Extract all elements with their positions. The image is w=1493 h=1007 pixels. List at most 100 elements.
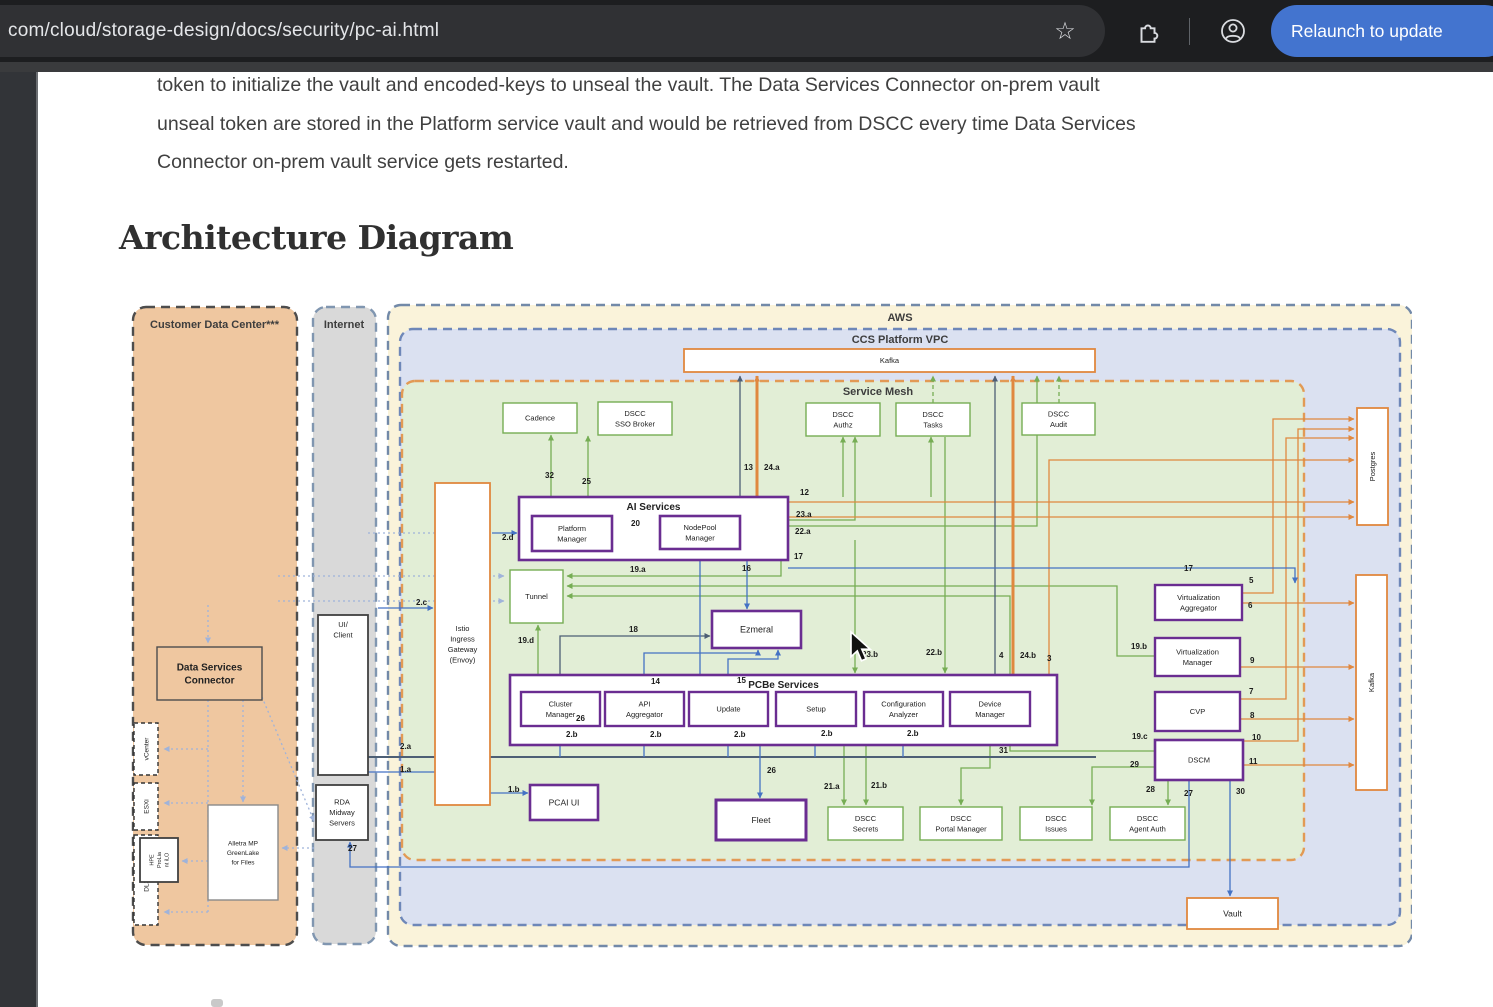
node-label-cluster-manager: ClusterManager <box>546 699 576 719</box>
edge-label: 6 <box>1248 601 1253 610</box>
node-data-services-connector <box>157 647 262 700</box>
edge-label: 29 <box>1130 760 1139 769</box>
edge-label: 14 <box>651 677 660 686</box>
edge-label: 11 <box>1249 757 1258 766</box>
edge-label: 12 <box>800 488 809 497</box>
node-label-vault: Vault <box>1223 908 1242 918</box>
node-label-cadence: Cadence <box>525 414 555 423</box>
edge-label: 24.b <box>1020 651 1036 660</box>
container-label-internet: Internet <box>324 319 365 331</box>
paragraph-line-3: Connector on-prem vault service gets res… <box>157 143 1442 182</box>
node-label-pcai-ui: PCAI UI <box>549 797 580 807</box>
architecture-diagram: Customer Data Center*** Internet AWS CCS Pl… <box>118 295 1412 955</box>
node-label-dscc-tasks: DSCCTasks <box>922 410 944 430</box>
browser-window: com/cloud/storage-design/docs/security/p… <box>0 0 1493 1007</box>
mouse-cursor <box>848 630 878 664</box>
edge-label: 19.a <box>630 565 646 574</box>
edge-label: 3 <box>1047 654 1052 663</box>
edge-label: 2.b <box>650 730 662 739</box>
edge-label: 2.b <box>821 729 833 738</box>
edge-label: 23.a <box>796 510 812 519</box>
edge-label: 31 <box>999 746 1008 755</box>
edge-label: 16 <box>742 564 751 573</box>
node-label-esxi: ESXi <box>143 799 150 813</box>
edge-label: 2.a <box>400 742 412 751</box>
node-label-platform-manager: PlatformManager <box>557 524 587 544</box>
edge-label: 22.b <box>926 648 942 657</box>
edge-label: 24.a <box>764 463 780 472</box>
edge-label: 20 <box>631 519 640 528</box>
star-icon[interactable]: ☆ <box>1040 0 1090 62</box>
container-label-customer-dc: Customer Data Center*** <box>150 319 280 331</box>
node-label-kafka-right: Kafka <box>1367 672 1376 692</box>
edge-label: 13 <box>744 463 753 472</box>
edge-label: 25 <box>582 477 591 486</box>
extensions-icon[interactable] <box>1124 0 1172 62</box>
edge-label: 1.b <box>508 785 520 794</box>
edge-label: 19.d <box>518 636 534 645</box>
edge-label: 26 <box>767 766 776 775</box>
node-label-dscm: DSCM <box>1188 756 1210 765</box>
node-label-virtualization-aggregator: VirtualizationAggregator <box>1177 593 1220 613</box>
edge-label: 10 <box>1252 733 1261 742</box>
browser-toolbar: com/cloud/storage-design/docs/security/p… <box>0 0 1493 62</box>
edge-label: 27 <box>348 844 357 853</box>
node-label-dscc-issues: DSCCIssues <box>1045 814 1067 834</box>
node-label-ezmeral: Ezmeral <box>740 625 773 635</box>
edge-label: 15 <box>737 676 746 685</box>
edge-label: 21.a <box>824 782 840 791</box>
edge-label: 2.b <box>907 729 919 738</box>
url-text: com/cloud/storage-design/docs/security/p… <box>8 20 439 42</box>
node-label-vcenter: vCenter <box>143 737 150 761</box>
edge-label: 2.b <box>566 730 578 739</box>
relaunch-to-update-button[interactable]: Relaunch to update <box>1271 5 1493 57</box>
node-label-dscc-authz: DSCCAuthz <box>832 410 854 430</box>
container-label-ccs-platform-vpc: CCS Platform VPC <box>852 334 949 346</box>
node-title-ai-services: AI Services <box>627 502 681 513</box>
edge-label: 5 <box>1249 576 1254 585</box>
node-label-kafka-top: Kafka <box>880 356 900 365</box>
node-title-pcbe-services: PCBe Services <box>748 680 819 691</box>
paragraph-line-2: unseal token are stored in the Platform … <box>157 105 1442 144</box>
container-label-aws: AWS <box>887 312 912 324</box>
edge-label: 19.b <box>1131 642 1147 651</box>
edge-label: 9 <box>1250 656 1255 665</box>
node-label-update: Update <box>716 705 740 714</box>
container-label-service-mesh: Service Mesh <box>843 386 914 398</box>
node-label-nodepool-manager: NodePoolManager <box>684 523 717 543</box>
edge-label: 26 <box>576 714 585 723</box>
edge-label: 19.c <box>1132 732 1148 741</box>
edge-label: 32 <box>545 471 554 480</box>
edge-label: 7 <box>1249 687 1254 696</box>
profile-icon[interactable] <box>1209 0 1257 62</box>
edge-label: 22.a <box>795 527 811 536</box>
edge-label: 30 <box>1236 787 1245 796</box>
node-label-device-manager: DeviceManager <box>975 699 1005 719</box>
node-label-setup: Setup <box>806 705 826 714</box>
toolbar-separator <box>1189 18 1190 45</box>
edge-label: 2.b <box>734 730 746 739</box>
paragraph-line-1: token to initialize the vault and encode… <box>157 66 1442 105</box>
edge-label: 27 <box>1184 789 1193 798</box>
node-label-cvp: CVP <box>1190 707 1205 716</box>
node-label-fleet: Fleet <box>752 815 772 825</box>
edge-label: 17 <box>794 552 803 561</box>
edge-label: 8 <box>1250 711 1255 720</box>
node-label-dscc-audit: DSCCAudit <box>1048 409 1070 429</box>
edge-label: 1.a <box>400 765 412 774</box>
node-label-postgres: Postgres <box>1368 451 1377 481</box>
node-label-tunnel: Tunnel <box>525 592 548 601</box>
window-left-edge <box>0 72 38 1007</box>
edge-label: 18 <box>629 625 638 634</box>
body-paragraph: token to initialize the vault and encode… <box>157 66 1442 182</box>
address-bar[interactable]: com/cloud/storage-design/docs/security/p… <box>0 5 1105 57</box>
edge-label: 21.b <box>871 781 887 790</box>
edge-label: 2.c <box>416 598 428 607</box>
next-section-fragment <box>211 999 223 1007</box>
edge-label: 2.d <box>502 533 514 542</box>
edge-label: 28 <box>1146 785 1155 794</box>
edge-label: 17 <box>1184 564 1193 573</box>
node-label-dscc-secrets: DSCCSecrets <box>853 814 879 834</box>
edge-label: 4 <box>999 651 1004 660</box>
page-title: Architecture Diagram <box>119 218 513 257</box>
